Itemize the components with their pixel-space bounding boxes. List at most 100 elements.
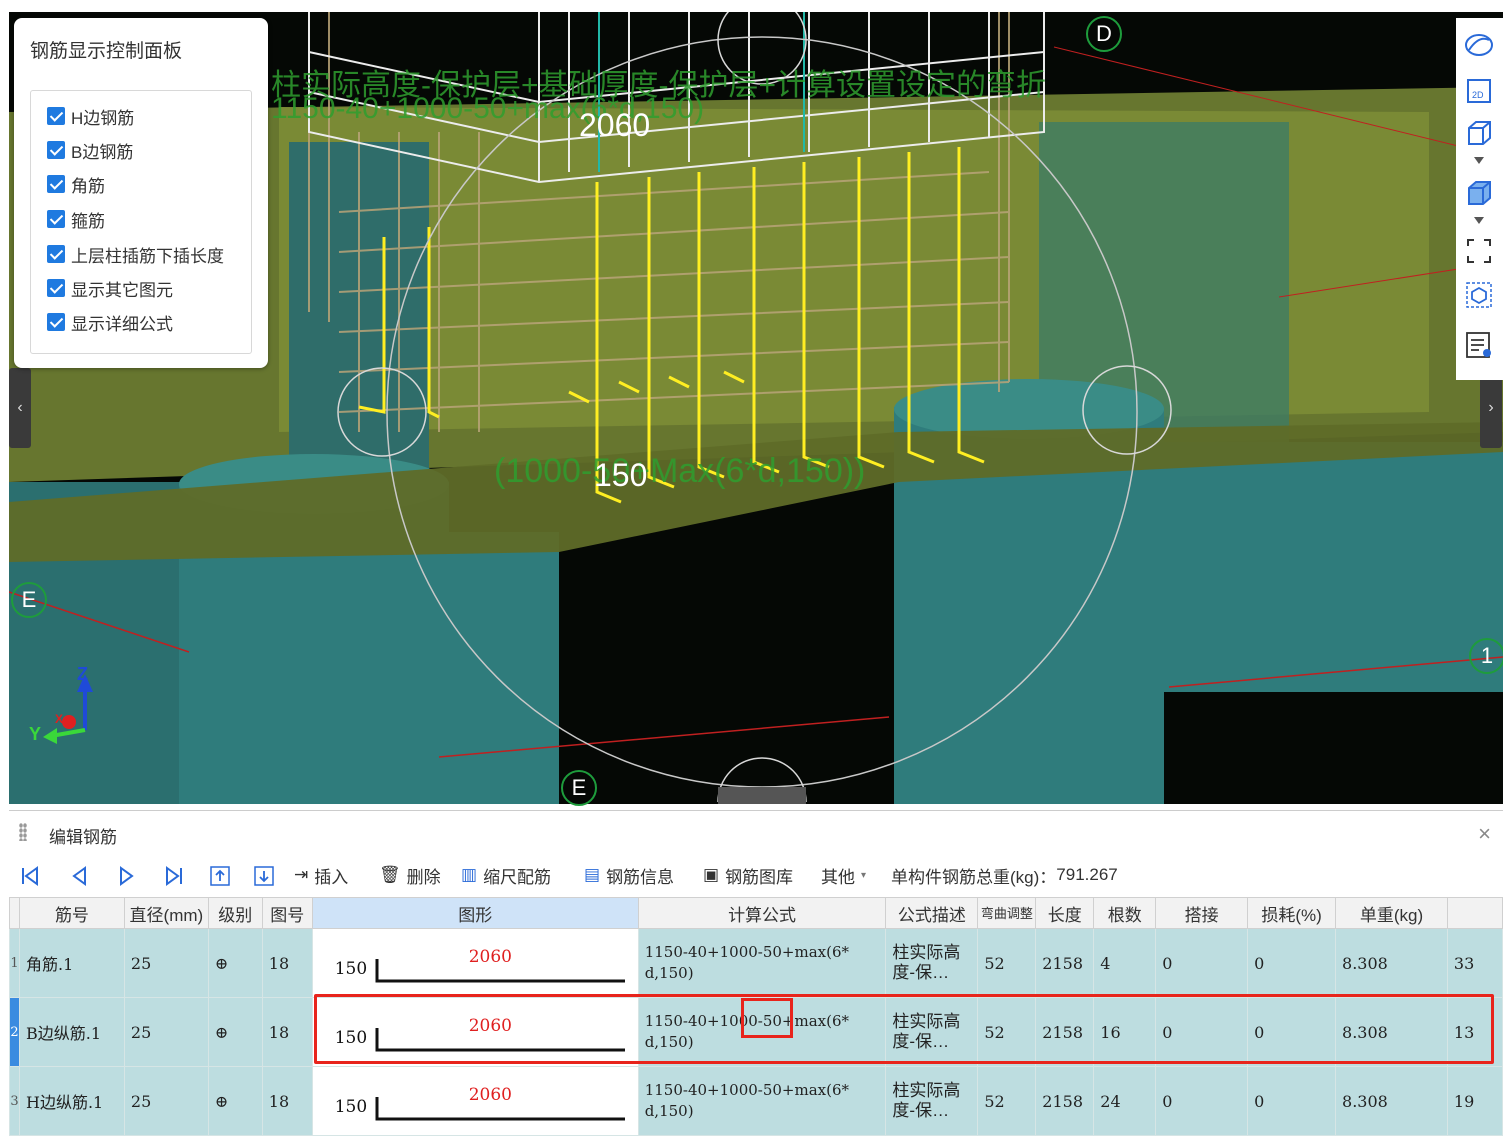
chevron-down-icon[interactable] — [1464, 214, 1494, 228]
3d-viewport[interactable]: 柱实际高度-保护层+基础厚度-保护层+计算设置设定的弯折 1150-40+100… — [0, 0, 1503, 806]
checkbox-detailed-formula[interactable]: 显示详细公式 — [47, 309, 173, 335]
checkbox-corner-rebar[interactable]: 角筋 — [47, 171, 105, 197]
column-header[interactable]: 长度 — [1035, 897, 1095, 929]
column-header[interactable]: 计算公式 — [637, 897, 887, 929]
cube-solid-icon[interactable] — [1464, 178, 1494, 208]
move-down-icon[interactable] — [253, 865, 275, 887]
count-cell[interactable]: 24 — [1093, 1066, 1157, 1136]
column-header[interactable]: 单重(kg) — [1335, 897, 1448, 929]
length-cell[interactable]: 2158 — [1035, 928, 1095, 998]
grade-cell[interactable]: ⊕ — [207, 997, 263, 1067]
bend-adjust-cell[interactable]: 52 — [977, 1066, 1037, 1136]
total-weight-cell[interactable]: 33 — [1446, 928, 1503, 998]
lap-cell[interactable]: 0 — [1155, 928, 1249, 998]
row-index-cell[interactable]: 3 — [9, 1066, 20, 1136]
checkbox-h-rebar[interactable]: H边钢筋 — [47, 103, 134, 129]
checkbox-b-rebar[interactable]: B边钢筋 — [47, 137, 133, 163]
insert-button[interactable]: ⇥ 插入 — [294, 863, 348, 887]
grade-cell[interactable]: ⊕ — [207, 928, 263, 998]
formula-cell[interactable]: 1150-40+1000-50+max(6*d,150) — [637, 1066, 887, 1136]
rebar-info-button[interactable]: ▤ 钢筋信息 — [584, 863, 674, 887]
checkbox-other-elements[interactable]: 显示其它图元 — [47, 275, 173, 301]
row-index-cell[interactable]: 1 — [9, 928, 20, 998]
column-header[interactable] — [1446, 897, 1503, 929]
column-header[interactable]: 公式描述 — [885, 897, 979, 929]
description-cell[interactable]: 柱实际高度-保… — [885, 1066, 979, 1136]
scale-rebar-button[interactable]: ▥ 缩尺配筋 — [461, 863, 551, 887]
formula-cell[interactable]: 1150-40+1000-50+max(6*d,150) — [637, 928, 887, 998]
column-header[interactable]: 损耗(%) — [1247, 897, 1337, 929]
checkbox-icon[interactable] — [47, 175, 65, 193]
table-row[interactable]: 3 H边纵筋.1 25 ⊕ 18 150 2060 1150-40+1000-50+max(6… — [9, 1066, 1503, 1136]
rebar-name-cell[interactable]: H边纵筋.1 — [18, 1066, 125, 1136]
lap-cell[interactable]: 0 — [1155, 997, 1249, 1067]
diameter-cell[interactable]: 25 — [123, 928, 209, 998]
shape-cell[interactable]: 150 2060 — [311, 997, 639, 1067]
table-row[interactable]: 1 角筋.1 25 ⊕ 18 150 2060 1150-40+1000-50+max(6*d… — [9, 928, 1503, 998]
description-cell[interactable]: 柱实际高度-保… — [885, 997, 979, 1067]
unit-weight-cell[interactable]: 8.308 — [1335, 1066, 1448, 1136]
formula-cell[interactable]: 1150-40+1000-50+max(6*d,150) — [637, 997, 887, 1067]
other-dropdown[interactable]: 其他 ▾ — [821, 863, 866, 887]
column-header[interactable]: 图号 — [261, 897, 313, 929]
bend-adjust-cell[interactable]: 52 — [977, 928, 1037, 998]
collapse-right-tab[interactable]: › — [1480, 368, 1502, 448]
figure-number-cell[interactable]: 18 — [261, 997, 313, 1067]
prev-record-icon[interactable] — [69, 865, 91, 887]
checkbox-icon[interactable] — [47, 245, 65, 263]
diameter-cell[interactable]: 25 — [123, 997, 209, 1067]
checkbox-icon[interactable] — [47, 107, 65, 125]
loss-cell[interactable]: 0 — [1247, 997, 1337, 1067]
cube-outline-icon[interactable] — [1464, 118, 1494, 148]
checkbox-stirrup[interactable]: 箍筋 — [47, 206, 105, 232]
column-header[interactable]: 筋号 — [18, 897, 125, 929]
rebar-name-cell[interactable]: B边纵筋.1 — [18, 997, 125, 1067]
box-select-icon[interactable] — [1464, 280, 1494, 310]
column-header[interactable]: 弯曲调整 — [977, 897, 1037, 929]
description-cell[interactable]: 柱实际高度-保… — [885, 928, 979, 998]
count-cell[interactable]: 16 — [1093, 997, 1157, 1067]
figure-number-cell[interactable]: 18 — [261, 1066, 313, 1136]
move-up-icon[interactable] — [209, 865, 231, 887]
length-cell[interactable]: 2158 — [1035, 1066, 1095, 1136]
first-record-icon[interactable] — [19, 865, 41, 887]
count-cell[interactable]: 4 — [1093, 928, 1157, 998]
column-header-shape[interactable]: 图形 — [311, 897, 639, 929]
loss-cell[interactable]: 0 — [1247, 928, 1337, 998]
column-header[interactable]: 直径(mm) — [123, 897, 209, 929]
bend-adjust-cell[interactable]: 52 — [977, 997, 1037, 1067]
shape-cell[interactable]: 150 2060 — [311, 1066, 639, 1136]
shape-cell[interactable]: 150 2060 — [311, 928, 639, 998]
figure-number-cell[interactable]: 18 — [261, 928, 313, 998]
loss-cell[interactable]: 0 — [1247, 1066, 1337, 1136]
unit-weight-cell[interactable]: 8.308 — [1335, 997, 1448, 1067]
drag-handle-icon[interactable] — [19, 823, 27, 841]
rebar-list-icon[interactable] — [1464, 330, 1494, 360]
checkbox-icon[interactable] — [47, 141, 65, 159]
length-cell[interactable]: 2158 — [1035, 997, 1095, 1067]
grade-cell[interactable]: ⊕ — [207, 1066, 263, 1136]
rebar-library-button[interactable]: ▣ 钢筋图库 — [703, 863, 793, 887]
table-row[interactable]: 2 B边纵筋.1 25 ⊕ 18 150 2060 1150-40+1000-50+max(6… — [9, 997, 1503, 1067]
rebar-name-cell[interactable]: 角筋.1 — [18, 928, 125, 998]
diameter-cell[interactable]: 25 — [123, 1066, 209, 1136]
2d-view-icon[interactable]: 2D — [1464, 76, 1494, 106]
row-index-cell[interactable]: 2 — [9, 997, 20, 1067]
checkbox-icon[interactable] — [47, 313, 65, 331]
checkbox-dowel-length[interactable]: 上层柱插筋下插长度 — [47, 241, 224, 267]
total-weight-cell[interactable]: 19 — [1446, 1066, 1503, 1136]
column-header[interactable]: 根数 — [1093, 897, 1157, 929]
fullscreen-icon[interactable] — [1464, 236, 1494, 266]
checkbox-icon[interactable] — [47, 210, 65, 228]
total-weight-cell[interactable]: 13 — [1446, 997, 1503, 1067]
column-header[interactable]: 搭接 — [1155, 897, 1249, 929]
unit-weight-cell[interactable]: 8.308 — [1335, 928, 1448, 998]
lap-cell[interactable]: 0 — [1155, 1066, 1249, 1136]
collapse-left-tab[interactable]: ‹ — [9, 368, 31, 448]
last-record-icon[interactable] — [163, 865, 185, 887]
orbit-icon[interactable] — [1464, 30, 1494, 60]
column-header[interactable]: 级别 — [207, 897, 263, 929]
checkbox-icon[interactable] — [47, 279, 65, 297]
chevron-down-icon[interactable] — [1464, 154, 1494, 168]
close-icon[interactable]: × — [1478, 821, 1491, 847]
